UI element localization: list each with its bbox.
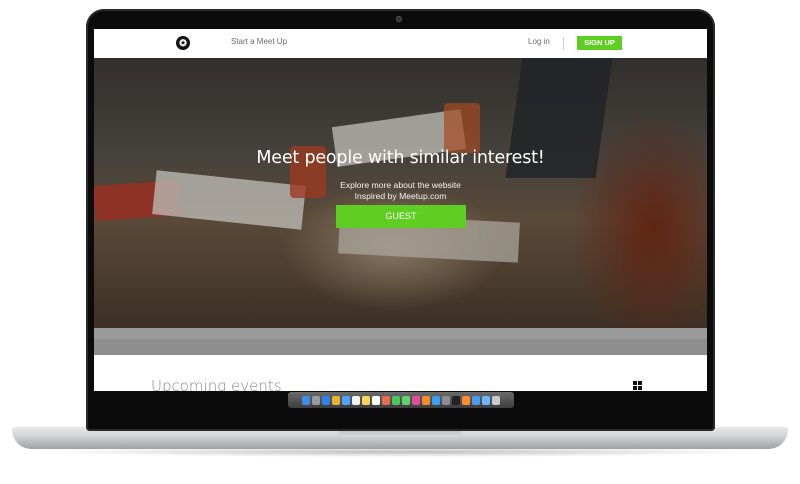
top-nav: ✪ Start a Meet Up Log in SIGN UP: [94, 29, 707, 58]
signup-button[interactable]: SIGN UP: [577, 36, 622, 50]
chrome-icon[interactable]: [332, 395, 340, 405]
terminal-icon[interactable]: [452, 395, 460, 405]
hero-subtitle: Explore more about the website Inspired …: [94, 180, 707, 202]
laptop-screen: ✪ Start a Meet Up Log in SIGN UP Meet pe…: [94, 29, 707, 423]
trash-icon[interactable]: [492, 395, 500, 405]
calendar-icon[interactable]: [352, 395, 360, 405]
hero-subtitle-line: Inspired by Meetup.com: [354, 191, 447, 201]
sublime-icon[interactable]: [462, 395, 470, 405]
settings-icon[interactable]: [442, 395, 450, 405]
facetime-icon[interactable]: [402, 395, 410, 405]
nav-divider: [563, 37, 564, 50]
finder-icon[interactable]: [302, 395, 310, 405]
itunes-icon[interactable]: [412, 395, 420, 405]
hero-title: Meet people with similar interest!: [256, 148, 545, 168]
safari-icon[interactable]: [322, 395, 330, 405]
notes-icon[interactable]: [362, 395, 370, 405]
start-meetup-link[interactable]: Start a Meet Up: [231, 37, 287, 46]
folder-icon[interactable]: [482, 395, 490, 405]
mail-icon[interactable]: [342, 395, 350, 405]
reminders-icon[interactable]: [372, 395, 380, 405]
downloads-icon[interactable]: [472, 395, 480, 405]
ibooks-icon[interactable]: [422, 395, 430, 405]
camera-icon: [396, 16, 402, 22]
appstore-icon[interactable]: [432, 395, 440, 405]
hero-banner: Meet people with similar interest! Explo…: [94, 58, 707, 328]
photos-icon[interactable]: [382, 395, 390, 405]
section-divider-strip: [94, 328, 707, 339]
grid-view-icon[interactable]: [633, 381, 642, 390]
guest-button[interactable]: GUEST: [336, 205, 466, 228]
launchpad-icon[interactable]: [312, 395, 320, 405]
mac-dock: [288, 392, 514, 408]
meetup-logo-icon[interactable]: ✪: [176, 36, 190, 50]
hero-subtitle-line: Explore more about the website: [340, 180, 461, 190]
messages-icon[interactable]: [392, 395, 400, 405]
login-link[interactable]: Log in: [528, 37, 550, 46]
